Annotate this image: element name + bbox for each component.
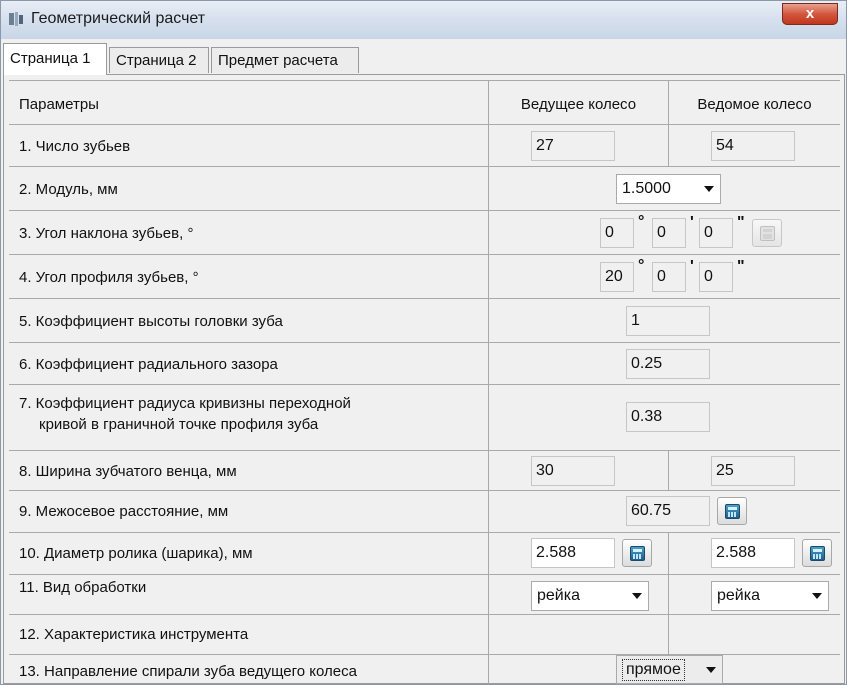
row-face-width: 8. Ширина зубчатого венца, мм 30 25 [9, 451, 840, 491]
driving-wheel-header: Ведущее колесо [520, 96, 637, 113]
close-button[interactable]: x [782, 3, 838, 25]
fillet-coef-label-line1: 7. Коэффициент радиуса кривизны переходн… [19, 395, 351, 412]
fillet-coef-input[interactable]: 0.38 [626, 402, 710, 432]
row-machining: 11. Вид обработки рейка рейка [9, 575, 840, 615]
row-spiral-direction: 13. Направление спирали зуба ведущего ко… [9, 655, 840, 684]
params-header: Параметры [19, 96, 99, 113]
roller-diameter-driven-input[interactable]: 2.588 [711, 538, 795, 568]
module-select[interactable]: 1.5000 [616, 174, 721, 204]
header-row: Параметры Ведущее колесо Ведомое колесо [9, 80, 840, 125]
fillet-coef-label-line2: кривой в граничной точке профиля зуба [39, 416, 319, 433]
window-title: Геометрический расчет [31, 10, 206, 27]
spiral-direction-value: прямое [622, 659, 685, 681]
row-helix-angle: 3. Угол наклона зубьев, ° 0 ° 0 ' 0 " [9, 211, 840, 255]
center-distance-calc-button[interactable] [717, 497, 747, 525]
tab-page-2[interactable]: Страница 2 [109, 47, 209, 73]
calculator-icon [810, 546, 825, 561]
row-module: 2. Модуль, мм 1.5000 [9, 167, 840, 211]
row-center-distance: 9. Межосевое расстояние, мм 60.75 [9, 491, 840, 533]
profile-degrees-input[interactable]: 20 [600, 262, 634, 292]
roller-driven-calc-button[interactable] [802, 539, 832, 567]
addendum-coef-label: 5. Коэффициент высоты головки зуба [19, 313, 283, 330]
row-addendum-coef: 5. Коэффициент высоты головки зуба 1 [9, 299, 840, 343]
machining-driven-select[interactable]: рейка [711, 581, 829, 611]
center-distance-label: 9. Межосевое расстояние, мм [19, 503, 229, 520]
app-icon [9, 12, 23, 26]
roller-diameter-label: 10. Диаметр ролика (шарика), мм [19, 545, 253, 562]
minute-symbol: ' [690, 258, 694, 275]
clearance-coef-input[interactable]: 0.25 [626, 349, 710, 379]
tool-label: 12. Характеристика инструмента [19, 626, 249, 643]
machining-label: 11. Вид обработки [19, 579, 147, 596]
dialog-window: Геометрический расчет x Страница 1 Стран… [0, 0, 847, 685]
row-tool: 12. Характеристика инструмента [9, 615, 840, 655]
module-label: 2. Модуль, мм [19, 181, 118, 198]
profile-angle-label: 4. Угол профиля зубьев, ° [19, 269, 199, 286]
calculator-icon [630, 546, 645, 561]
machining-driven-value: рейка [717, 587, 760, 604]
spiral-direction-label: 13. Направление спирали зуба ведущего ко… [19, 663, 357, 680]
row-fillet-coef: 7. Коэффициент радиуса кривизны переходн… [9, 385, 840, 451]
title-bar: Геометрический расчет x [1, 1, 846, 39]
profile-minutes-input[interactable]: 0 [652, 262, 686, 292]
helix-seconds-input[interactable]: 0 [699, 218, 733, 248]
tab-panel: Параметры Ведущее колесо Ведомое колесо … [3, 74, 845, 684]
roller-diameter-driving-input[interactable]: 2.588 [531, 538, 615, 568]
teeth-driving-input[interactable]: 27 [531, 131, 615, 161]
helix-calc-button[interactable] [752, 219, 782, 247]
helix-angle-label: 3. Угол наклона зубьев, ° [19, 225, 194, 242]
calculator-icon [760, 226, 775, 241]
center-distance-input[interactable]: 60.75 [626, 496, 710, 526]
degree-symbol: ° [638, 213, 645, 230]
helix-minutes-input[interactable]: 0 [652, 218, 686, 248]
addendum-coef-input[interactable]: 1 [626, 306, 710, 336]
face-width-driven-input[interactable]: 25 [711, 456, 795, 486]
teeth-label: 1. Число зубьев [19, 138, 131, 155]
chevron-down-icon [704, 186, 714, 192]
chevron-down-icon [632, 593, 642, 599]
tab-calc-subject[interactable]: Предмет расчета [211, 47, 359, 73]
chevron-down-icon [812, 593, 822, 599]
face-width-driving-input[interactable]: 30 [531, 456, 615, 486]
face-width-label: 8. Ширина зубчатого венца, мм [19, 463, 237, 480]
helix-degrees-input[interactable]: 0 [600, 218, 634, 248]
machining-driving-value: рейка [537, 587, 580, 604]
row-profile-angle: 4. Угол профиля зубьев, ° 20 ° 0 ' 0 " [9, 255, 840, 299]
roller-driving-calc-button[interactable] [622, 539, 652, 567]
row-teeth: 1. Число зубьев 27 54 [9, 125, 840, 167]
profile-seconds-input[interactable]: 0 [699, 262, 733, 292]
module-value: 1.5000 [622, 180, 671, 197]
driven-wheel-header: Ведомое колесо [697, 96, 812, 113]
clearance-coef-label: 6. Коэффициент радиального зазора [19, 356, 278, 373]
spiral-direction-select[interactable]: прямое [616, 655, 723, 684]
second-symbol: " [737, 258, 745, 275]
degree-symbol: ° [638, 257, 645, 274]
second-symbol: " [737, 214, 745, 231]
tab-page-1[interactable]: Страница 1 [3, 43, 107, 75]
row-roller-diameter: 10. Диаметр ролика (шарика), мм 2.588 2.… [9, 533, 840, 575]
machining-driving-select[interactable]: рейка [531, 581, 649, 611]
row-clearance-coef: 6. Коэффициент радиального зазора 0.25 [9, 343, 840, 385]
minute-symbol: ' [690, 214, 694, 231]
teeth-driven-input[interactable]: 54 [711, 131, 795, 161]
calculator-icon [725, 504, 740, 519]
chevron-down-icon [706, 667, 716, 673]
